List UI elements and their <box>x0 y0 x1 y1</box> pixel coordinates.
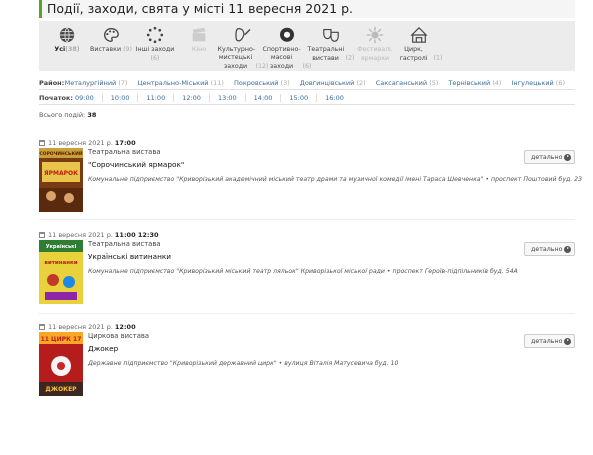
arrow-right-icon <box>564 337 571 345</box>
category-label: Культурно-мистецькі заходи <box>217 45 256 70</box>
event-type: Театральна вистава <box>88 148 161 156</box>
globe-icon <box>59 27 75 43</box>
total-label: Всього подій: <box>39 111 86 119</box>
divider <box>39 89 575 90</box>
palette-icon <box>104 28 119 42</box>
time-filter-label: Початок: <box>39 94 73 102</box>
time-filter: Початок: 09:00 10:00 11:00 12:00 13:00 1… <box>39 94 575 102</box>
event-date: 11 вересня 2021 р. 11:00 12:30 <box>39 231 575 239</box>
poster-text: витинанки <box>44 260 77 266</box>
event-poster[interactable]: Українські витинанки <box>39 240 83 304</box>
event-type: Театральна вистава <box>88 240 161 248</box>
district-link[interactable]: Тернівський (4) <box>448 79 501 87</box>
event-item: 11 вересня 2021 р. 11:00 12:30 Українські… <box>39 231 575 307</box>
category-exhibitions[interactable]: Виставки (9) <box>90 21 132 71</box>
event-venue: Державне підприємство "Криворізький держ… <box>88 360 399 367</box>
poster-text: Українські <box>46 244 77 250</box>
category-label: Фестивалі, ярмарки <box>357 46 393 62</box>
poster-text: 11 ЦИРК 17 <box>41 336 82 343</box>
category-label: Кіно <box>191 46 207 53</box>
category-label: Спортивно-масові заходи <box>262 45 301 70</box>
details-button[interactable]: детально <box>524 334 575 348</box>
category-label: Цирк, гастролі <box>399 46 428 62</box>
page-header: Події, заходи, свята у місті 11 вересня … <box>39 0 575 18</box>
district-link[interactable]: Саксаганський (5) <box>376 79 439 87</box>
district-link[interactable]: Металургійний (7) <box>65 79 128 87</box>
time-link[interactable]: 14:00 <box>254 94 282 102</box>
district-link[interactable]: Центрально-Міський (11) <box>138 79 224 87</box>
category-circus[interactable]: Цирк, гастролі (1) <box>400 21 442 71</box>
category-sports[interactable]: Спортивно-масові заходи (6) <box>263 21 311 71</box>
category-other-events[interactable]: Інші заходи (6) <box>135 21 175 71</box>
theater-masks-icon <box>323 29 339 42</box>
divider <box>39 219 575 220</box>
details-button[interactable]: детально <box>524 150 575 164</box>
calendar-icon <box>39 324 45 330</box>
category-count: (9) <box>123 46 132 53</box>
category-festivals[interactable]: Фестивалі, ярмарки <box>357 21 393 71</box>
category-filter-bar: Усі(38) Виставки (9) Інші заходи (6) Кіно… <box>39 21 575 71</box>
sports-icon <box>280 27 294 42</box>
category-theater[interactable]: Театральні вистави (2) <box>308 21 354 71</box>
time-link[interactable]: 13:00 <box>218 94 246 102</box>
total-events: Всього подій: 38 <box>39 111 96 119</box>
time-link[interactable]: 10:00 <box>111 94 139 102</box>
category-culture-art[interactable]: Культурно-мистецькі заходи (12) <box>218 21 268 71</box>
calendar-icon <box>39 232 45 238</box>
district-link[interactable]: Покровський (3) <box>234 79 290 87</box>
details-button[interactable]: детально <box>524 242 575 256</box>
time-link[interactable]: 09:00 <box>75 94 103 102</box>
film-clapper-icon <box>192 27 206 42</box>
event-venue: Комунальне підприємство "Криворізький мі… <box>88 268 518 275</box>
event-item: 11 вересня 2021 р. 12:00 11 ЦИРК 17 ДЖОКЕР… <box>39 323 575 399</box>
poster-text: ДЖОКЕР <box>45 386 77 393</box>
time-link[interactable]: 16:00 <box>325 94 352 102</box>
divider <box>39 104 575 105</box>
category-count: (38) <box>65 46 80 53</box>
category-count: (6) <box>302 62 312 70</box>
category-label: Інші заходи <box>135 46 175 53</box>
arrow-right-icon <box>564 153 571 161</box>
event-date: 11 вересня 2021 р. 17:00 <box>39 139 575 147</box>
culture-icon <box>235 28 251 42</box>
circus-tent-icon <box>410 26 428 43</box>
festival-icon <box>366 26 384 44</box>
category-count: (6) <box>150 54 160 62</box>
event-item: 11 вересня 2021 р. 17:00 СОРОЧИНСЬКИЙ ЯРМА… <box>39 139 583 215</box>
poster-text: ЯРМАРОК <box>44 170 78 177</box>
page-title: Події, заходи, свята у місті 11 вересня … <box>47 1 353 16</box>
time-link[interactable]: 15:00 <box>289 94 318 102</box>
district-filter: Район: Металургійний (7) Центрально-Місь… <box>39 79 575 87</box>
arrow-right-icon <box>564 245 571 253</box>
district-link[interactable]: Інгулецький (6) <box>511 79 565 87</box>
category-label: Виставки <box>90 46 122 53</box>
event-type: Циркова вистава <box>88 332 150 340</box>
event-title[interactable]: Українські витинанки <box>88 252 508 261</box>
event-poster[interactable]: 11 ЦИРК 17 ДЖОКЕР <box>39 332 83 396</box>
category-count: (2) <box>345 54 355 62</box>
event-title[interactable]: Джокер <box>88 344 508 353</box>
district-link[interactable]: Довгинцівський (2) <box>300 79 366 87</box>
event-title[interactable]: "Сорочинський ярмарок" <box>88 160 508 169</box>
time-link[interactable]: 12:00 <box>182 94 210 102</box>
divider <box>39 313 575 314</box>
time-link[interactable]: 11:00 <box>146 94 175 102</box>
category-all[interactable]: Усі(38) <box>49 21 85 71</box>
total-count: 38 <box>87 111 97 119</box>
event-date: 11 вересня 2021 р. 12:00 <box>39 323 575 331</box>
dots-circle-icon <box>146 26 164 44</box>
category-count: (1) <box>433 54 443 62</box>
event-poster[interactable]: СОРОЧИНСЬКИЙ ЯРМАРОК <box>39 148 83 212</box>
event-venue: Комунальне підприємство "Криворізький ак… <box>88 176 583 183</box>
calendar-icon <box>39 140 45 146</box>
district-filter-label: Район: <box>39 79 65 87</box>
category-cinema[interactable]: Кіно <box>181 21 217 71</box>
category-label: Театральні вистави <box>307 46 345 62</box>
category-label: Усі <box>54 46 66 53</box>
